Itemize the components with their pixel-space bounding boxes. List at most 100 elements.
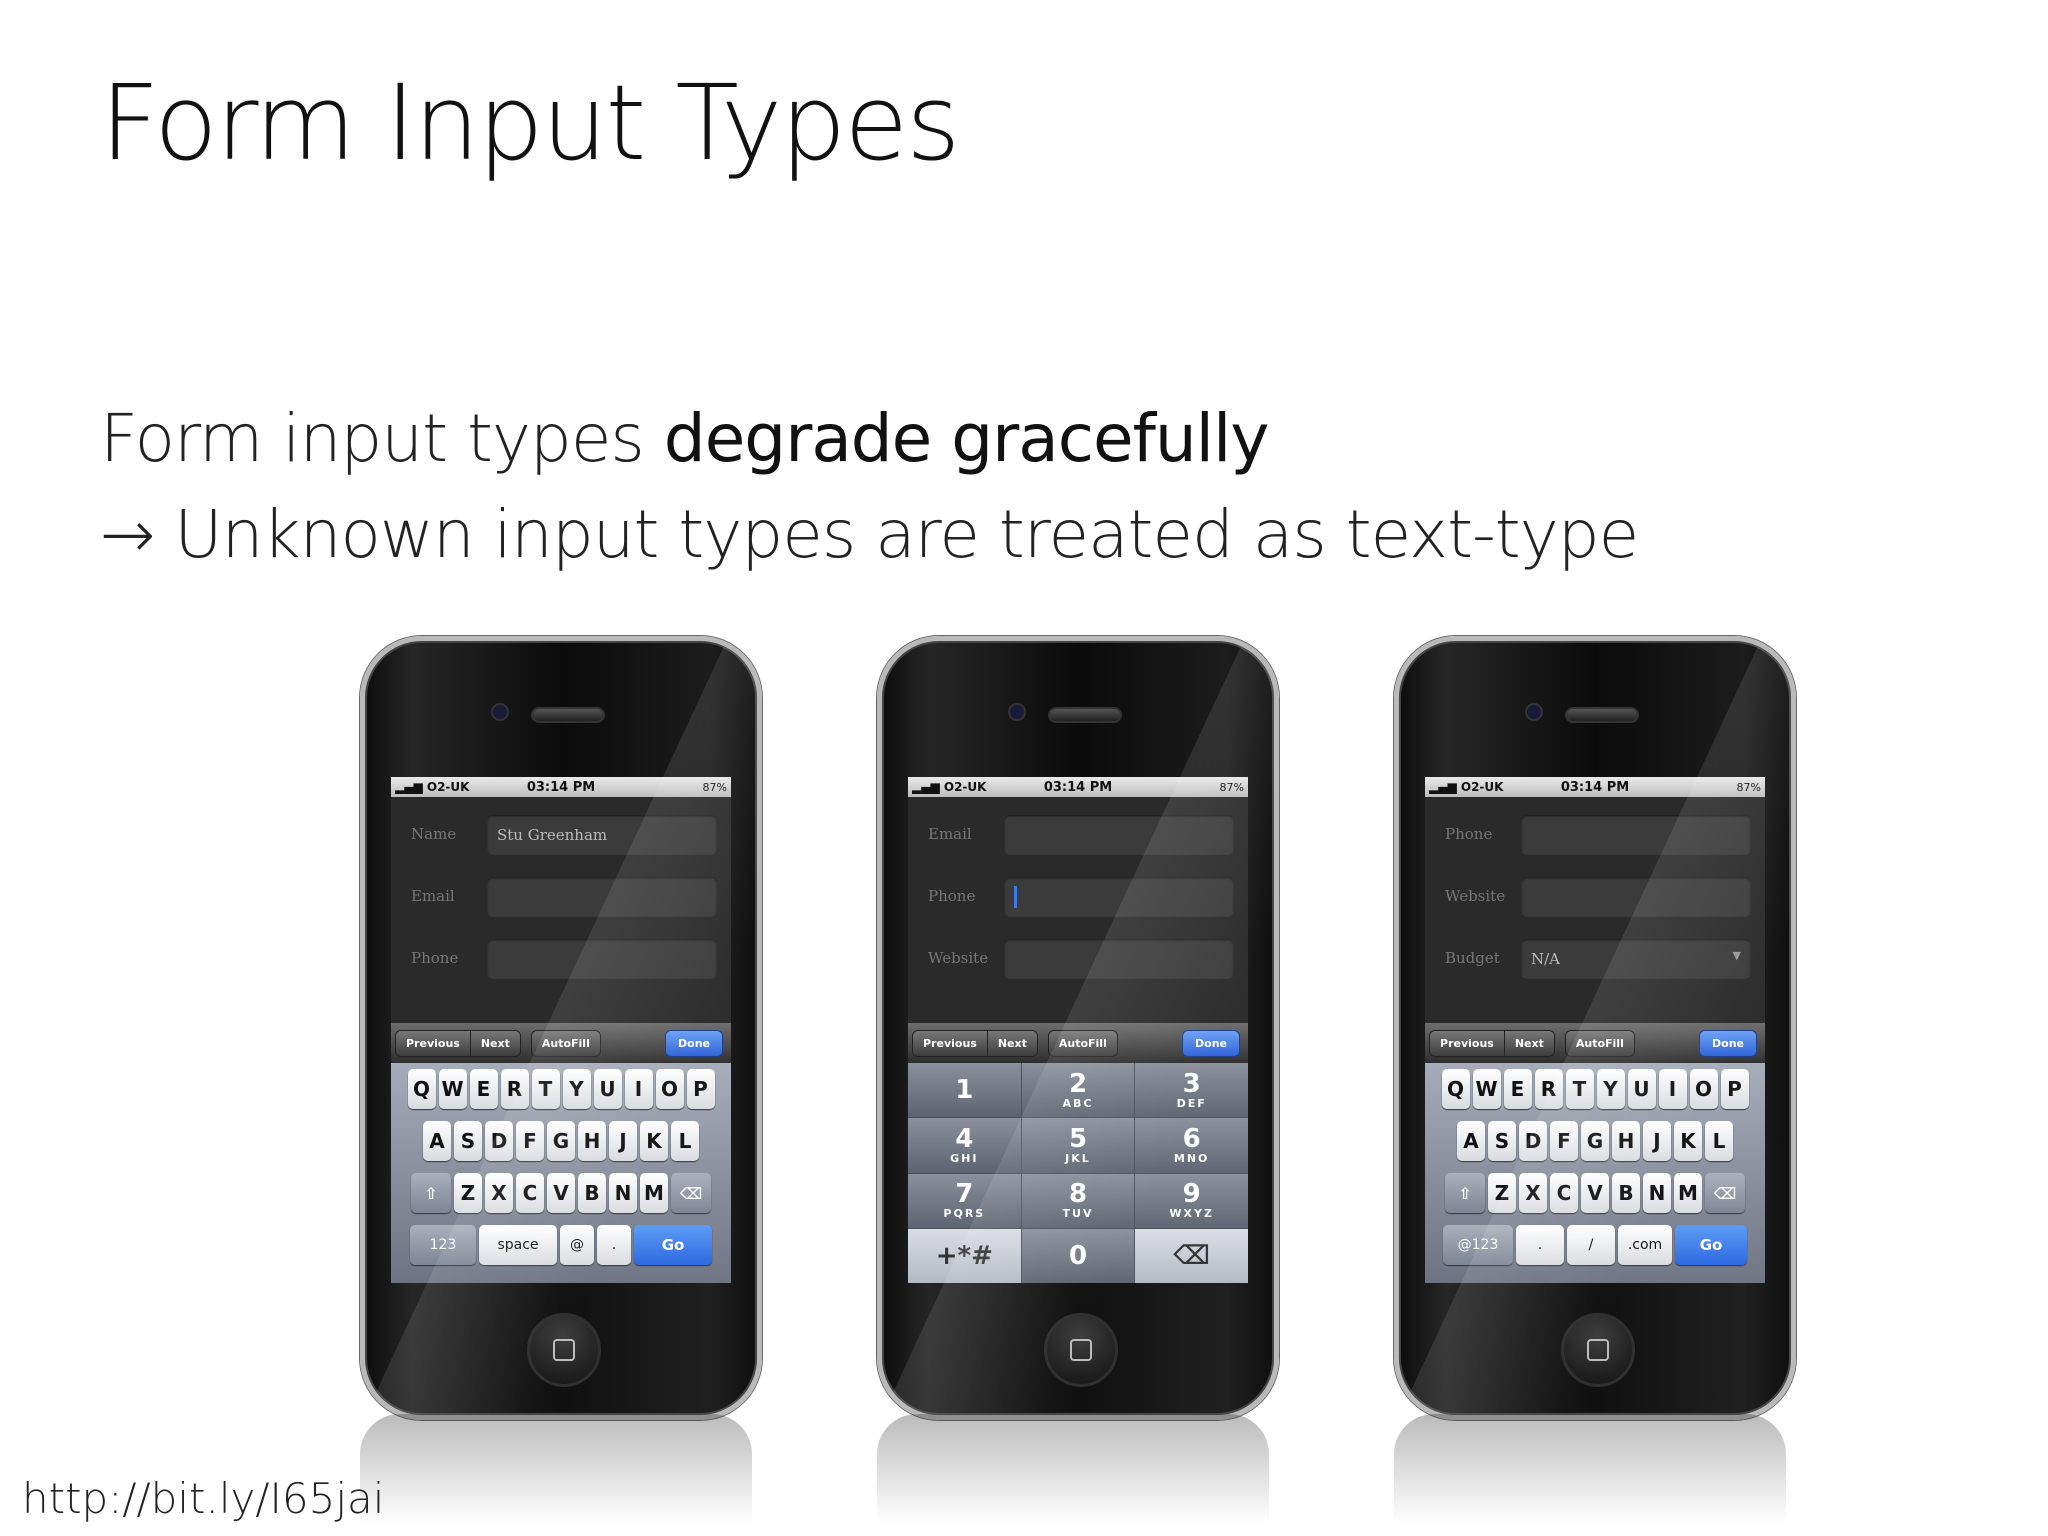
email-field[interactable]	[1004, 815, 1234, 855]
key-s[interactable]: S	[454, 1121, 482, 1161]
key-e[interactable]: E	[469, 1069, 498, 1109]
key-n[interactable]: N	[1643, 1173, 1671, 1213]
key-v[interactable]: V	[547, 1173, 575, 1213]
key-c[interactable]: C	[516, 1173, 544, 1213]
key-[interactable]: @	[560, 1225, 594, 1265]
key-g[interactable]: G	[547, 1121, 575, 1161]
key-123[interactable]: @123	[1443, 1225, 1513, 1265]
previous-button[interactable]: Previous	[396, 1030, 471, 1056]
backspace-icon[interactable]: ⌫	[1705, 1173, 1745, 1213]
key-d[interactable]: D	[485, 1121, 513, 1161]
key-go-go[interactable]: Go	[634, 1225, 712, 1265]
key-i[interactable]: I	[1658, 1069, 1687, 1109]
done-button[interactable]: Done	[1182, 1029, 1240, 1057]
key-u[interactable]: U	[1627, 1069, 1656, 1109]
numpad-key[interactable]: 2 ABC	[1021, 1063, 1135, 1118]
key-a[interactable]: A	[423, 1121, 451, 1161]
numpad-key[interactable]: 7 PQRS	[908, 1173, 1021, 1228]
key-u[interactable]: U	[593, 1069, 622, 1109]
key-d[interactable]: D	[1519, 1121, 1547, 1161]
backspace-icon[interactable]: ⌫	[671, 1173, 711, 1213]
key-y[interactable]: Y	[562, 1069, 591, 1109]
shift-icon[interactable]: ⇧	[1445, 1173, 1485, 1213]
previous-button[interactable]: Previous	[1430, 1030, 1505, 1056]
key-j[interactable]: J	[1643, 1121, 1671, 1161]
key-g[interactable]: G	[1581, 1121, 1609, 1161]
key-z[interactable]: Z	[454, 1173, 482, 1213]
key-go-go[interactable]: Go	[1675, 1225, 1747, 1265]
website-field[interactable]	[1521, 877, 1751, 917]
numpad-key[interactable]: 1	[908, 1063, 1021, 1118]
key-a[interactable]: A	[1457, 1121, 1485, 1161]
autofill-button[interactable]: AutoFill	[1047, 1029, 1118, 1057]
numpad-key[interactable]: +*#	[908, 1228, 1021, 1283]
home-button[interactable]	[527, 1313, 601, 1387]
autofill-button[interactable]: AutoFill	[530, 1029, 601, 1057]
key-j[interactable]: J	[609, 1121, 637, 1161]
home-button[interactable]	[1561, 1313, 1635, 1387]
website-field[interactable]	[1004, 939, 1234, 979]
key-q[interactable]: Q	[407, 1069, 436, 1109]
key-m[interactable]: M	[640, 1173, 668, 1213]
key-o[interactable]: O	[1689, 1069, 1718, 1109]
key-t[interactable]: T	[531, 1069, 560, 1109]
key-h[interactable]: H	[578, 1121, 606, 1161]
key-w[interactable]: W	[438, 1069, 467, 1109]
numpad-key[interactable]: 0	[1021, 1228, 1135, 1283]
key-m[interactable]: M	[1674, 1173, 1702, 1213]
key-p[interactable]: P	[1720, 1069, 1749, 1109]
key-s[interactable]: S	[1488, 1121, 1516, 1161]
done-button[interactable]: Done	[665, 1029, 723, 1057]
numpad-key[interactable]: 6 MNO	[1135, 1118, 1248, 1173]
home-button[interactable]	[1044, 1313, 1118, 1387]
phone-field[interactable]	[1004, 877, 1234, 917]
key-e[interactable]: E	[1503, 1069, 1532, 1109]
key-x[interactable]: X	[1519, 1173, 1547, 1213]
next-button[interactable]: Next	[1504, 1030, 1554, 1056]
key-o[interactable]: O	[655, 1069, 684, 1109]
numpad-key[interactable]: ⌫	[1135, 1228, 1248, 1283]
key-v[interactable]: V	[1581, 1173, 1609, 1213]
key-l[interactable]: L	[671, 1121, 699, 1161]
phone-field[interactable]	[1521, 815, 1751, 855]
key-n[interactable]: N	[609, 1173, 637, 1213]
key-f[interactable]: F	[516, 1121, 544, 1161]
next-button[interactable]: Next	[987, 1030, 1037, 1056]
key-i[interactable]: I	[624, 1069, 653, 1109]
numpad-key[interactable]: 3 DEF	[1135, 1063, 1248, 1118]
key-[interactable]: .	[597, 1225, 631, 1265]
key-b[interactable]: B	[578, 1173, 606, 1213]
key-[interactable]: .	[1516, 1225, 1564, 1265]
key-k[interactable]: K	[640, 1121, 668, 1161]
key-x[interactable]: X	[485, 1173, 513, 1213]
key-k[interactable]: K	[1674, 1121, 1702, 1161]
next-button[interactable]: Next	[470, 1030, 520, 1056]
key-space[interactable]: space	[479, 1225, 557, 1265]
key-t[interactable]: T	[1565, 1069, 1594, 1109]
key-c[interactable]: C	[1550, 1173, 1578, 1213]
phone-field[interactable]	[487, 939, 717, 979]
previous-button[interactable]: Previous	[913, 1030, 988, 1056]
shift-icon[interactable]: ⇧	[411, 1173, 451, 1213]
name-field[interactable]: Stu Greenham	[487, 815, 717, 855]
key-y[interactable]: Y	[1596, 1069, 1625, 1109]
key-h[interactable]: H	[1612, 1121, 1640, 1161]
done-button[interactable]: Done	[1699, 1029, 1757, 1057]
numpad-key[interactable]: 5 JKL	[1021, 1118, 1135, 1173]
autofill-button[interactable]: AutoFill	[1564, 1029, 1635, 1057]
numpad-key[interactable]: 9 WXYZ	[1135, 1173, 1248, 1228]
budget-field[interactable]: N/A ▼	[1521, 939, 1751, 979]
key-r[interactable]: R	[1534, 1069, 1563, 1109]
key-q[interactable]: Q	[1441, 1069, 1470, 1109]
key-f[interactable]: F	[1550, 1121, 1578, 1161]
key-p[interactable]: P	[686, 1069, 715, 1109]
email-field[interactable]	[487, 877, 717, 917]
key-123[interactable]: 123	[410, 1225, 476, 1265]
key-com[interactable]: .com	[1618, 1225, 1672, 1265]
key-w[interactable]: W	[1472, 1069, 1501, 1109]
key-l[interactable]: L	[1705, 1121, 1733, 1161]
key-[interactable]: /	[1567, 1225, 1615, 1265]
key-r[interactable]: R	[500, 1069, 529, 1109]
numpad-key[interactable]: 4 GHI	[908, 1118, 1021, 1173]
key-b[interactable]: B	[1612, 1173, 1640, 1213]
